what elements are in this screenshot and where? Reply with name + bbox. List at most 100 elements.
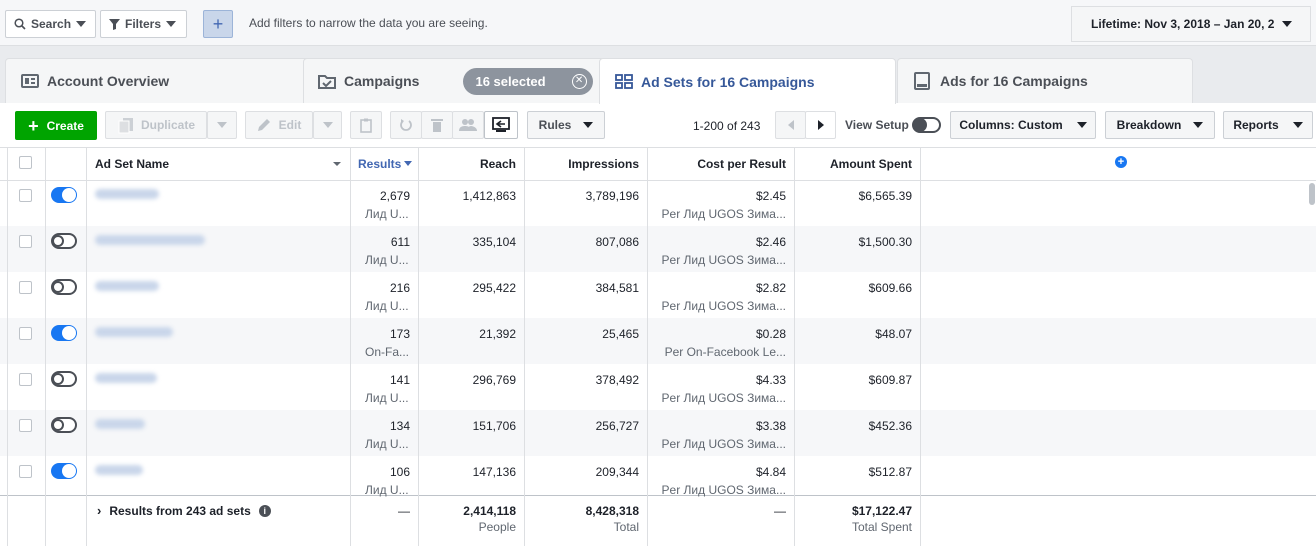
delivery-toggle[interactable] [51, 371, 77, 387]
toggle-knob [913, 118, 927, 132]
delivery-toggle[interactable] [51, 233, 77, 249]
summary-cost: — [774, 504, 786, 518]
selected-badge[interactable]: 16 selected ✕ [463, 67, 594, 95]
row-results: 216 [389, 281, 410, 295]
select-all-checkbox[interactable] [19, 156, 32, 169]
search-button[interactable]: Search [5, 10, 96, 38]
audience-button[interactable] [452, 111, 484, 139]
preview-button[interactable] [350, 111, 382, 139]
adset-name[interactable] [95, 465, 143, 475]
scrollbar-thumb[interactable] [1309, 183, 1315, 205]
filter-icon [109, 19, 120, 30]
column-header-name[interactable]: Ad Set Name [95, 147, 350, 180]
toggle-knob [62, 188, 76, 202]
undo-icon [400, 119, 412, 131]
summary-label-row[interactable]: › Results from 243 ad sets i [97, 503, 271, 518]
delivery-toggle[interactable] [51, 325, 77, 341]
row-impressions: 807,086 [595, 235, 639, 249]
row-cost: $2.45 [755, 189, 786, 203]
row-cost: $2.82 [755, 281, 786, 295]
row-checkbox[interactable] [19, 327, 32, 340]
close-icon[interactable]: ✕ [571, 73, 587, 89]
breakdown-button[interactable]: Breakdown [1105, 111, 1215, 139]
filter-hint: Add filters to narrow the data you are s… [249, 16, 488, 30]
tab-adsets[interactable]: Ad Sets for 16 Campaigns [599, 58, 896, 104]
columns-button[interactable]: Columns: Custom [950, 111, 1096, 139]
tab-account-overview[interactable]: Account Overview [5, 58, 315, 103]
table-row[interactable]: 173 On-Fa... 21,392 25,465 $0.28 Per On-Faceb… [0, 318, 1316, 364]
tab-ads[interactable]: Ads for 16 Campaigns [897, 58, 1193, 103]
row-cost-type: Per Лид UGOS Зима... [661, 437, 786, 451]
row-checkbox[interactable] [19, 189, 32, 202]
table-row[interactable]: 106 Лид U... 147,136 209,344 $4.84 Per Лид UG… [0, 456, 1316, 502]
summary-results: — [398, 504, 410, 518]
toggle-knob [52, 419, 64, 431]
adset-name[interactable] [95, 281, 159, 291]
row-reach: 335,104 [472, 235, 516, 249]
rules-button[interactable]: Rules [527, 111, 605, 139]
add-column-icon[interactable]: + [1115, 156, 1127, 168]
add-filter-button[interactable]: + [203, 10, 233, 38]
view-setup-toggle[interactable] [912, 117, 941, 133]
row-cost: $4.33 [755, 373, 786, 387]
ab-test-button[interactable] [484, 111, 518, 139]
prev-page-button[interactable] [775, 111, 806, 139]
row-cost-type: Per Лид UGOS Зима... [661, 253, 786, 267]
delivery-toggle[interactable] [51, 279, 77, 295]
tab-campaigns[interactable]: Campaigns 16 selected ✕ [303, 58, 605, 103]
filters-button[interactable]: Filters [100, 10, 187, 38]
row-cost-type: Per Лид UGOS Зима... [661, 483, 786, 497]
row-checkbox[interactable] [19, 419, 32, 432]
column-header-reach-label: Reach [479, 156, 516, 171]
column-header-impressions[interactable]: Impressions [524, 147, 639, 180]
row-results: 611 [390, 235, 410, 249]
row-checkbox[interactable] [19, 465, 32, 478]
row-checkbox[interactable] [19, 235, 32, 248]
column-header-cost[interactable]: Cost per Result [647, 147, 786, 180]
adset-name[interactable] [95, 419, 145, 429]
discard-button[interactable] [390, 111, 422, 139]
duplicate-dropdown[interactable] [207, 111, 237, 139]
delivery-toggle[interactable] [51, 187, 77, 203]
adset-name[interactable] [95, 235, 205, 245]
people-icon [459, 119, 477, 131]
toggle-knob [52, 235, 64, 247]
delivery-toggle[interactable] [51, 463, 77, 479]
row-checkbox[interactable] [19, 373, 32, 386]
table-row[interactable]: 134 Лид U... 151,706 256,727 $3.38 Per Лид UG… [0, 410, 1316, 456]
sort-desc-icon [404, 161, 413, 166]
table-row[interactable]: 141 Лид U... 296,769 378,492 $4.33 Per Лид UG… [0, 364, 1316, 410]
next-page-button[interactable] [805, 111, 836, 139]
ab-test-icon [492, 117, 510, 132]
column-header-reach[interactable]: Reach [418, 147, 516, 180]
column-header-spent[interactable]: Amount Spent [794, 147, 912, 180]
summary-reach-sub: People [478, 520, 516, 534]
reports-button[interactable]: Reports [1223, 111, 1313, 139]
table-row[interactable]: 611 Лид U... 335,104 807,086 $2.46 Per Лид UG… [0, 226, 1316, 272]
edit-button[interactable]: Edit [245, 111, 313, 139]
sort-icon [333, 162, 341, 166]
row-reach: 296,769 [472, 373, 516, 387]
create-button[interactable]: + Create [15, 111, 97, 140]
column-header-cost-label: Cost per Result [697, 156, 786, 171]
edit-dropdown[interactable] [313, 111, 342, 139]
adset-name[interactable] [95, 189, 159, 199]
duplicate-button[interactable]: Duplicate [105, 111, 207, 139]
row-results-type: Лид U... [365, 299, 409, 313]
row-cost: $4.84 [755, 465, 786, 479]
toolbar: + Create Duplicate Edit Rules 1-200 of 2… [0, 103, 1316, 147]
duplicate-label: Duplicate [140, 118, 195, 132]
date-range-picker[interactable]: Lifetime: Nov 3, 2018 – Jan 20, 2 [1071, 6, 1311, 42]
delivery-toggle[interactable] [51, 417, 77, 433]
delete-button[interactable] [421, 111, 453, 139]
table-row[interactable]: 216 Лид U... 295,422 384,581 $2.82 Per Лид UG… [0, 272, 1316, 318]
row-results-type: Лид U... [365, 391, 409, 405]
chevron-down-icon [76, 21, 87, 27]
info-icon[interactable]: i [258, 504, 271, 517]
row-cost-type: Per Лид UGOS Зима... [661, 299, 786, 313]
adset-name[interactable] [95, 327, 173, 337]
row-checkbox[interactable] [19, 281, 32, 294]
column-header-results[interactable]: Results [358, 147, 413, 180]
table-row[interactable]: 2,679 Лид U... 1,412,863 3,789,196 $2.45 Per … [0, 180, 1316, 226]
adset-name[interactable] [95, 373, 157, 383]
